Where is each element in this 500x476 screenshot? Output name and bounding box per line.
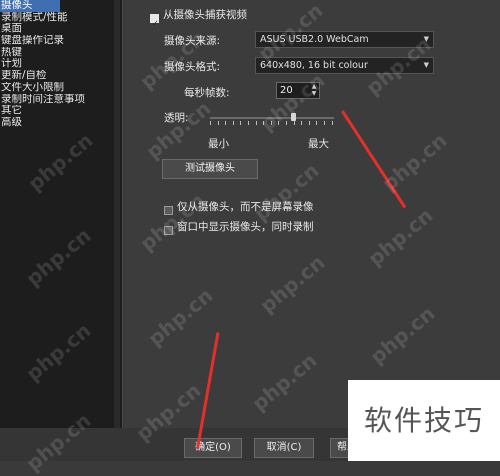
nav-list: 摄像头 录制模式/性能 桌面 键盘操作记录 热键 计划 更新/自检 文件大小限制 录制时间注意事… — [0, 0, 122, 129]
slider-tick — [240, 121, 242, 125]
chevron-down-icon: ▼ — [423, 61, 429, 69]
capture-checkbox-label: 从摄像头捕获视频 — [163, 9, 247, 21]
transparency-min: 最小 — [208, 138, 229, 150]
ok-button[interactable]: 确定(O) — [184, 438, 242, 458]
slider-tick — [331, 121, 333, 125]
sidebar-item[interactable]: 录制时间注意事项 — [0, 94, 122, 106]
capture-checkbox-row[interactable]: 从摄像头捕获视频 — [150, 8, 247, 27]
sidebar-item[interactable]: 其它 — [0, 105, 122, 117]
sidebar-scrollbar[interactable] — [114, 0, 120, 428]
slider-tick — [293, 121, 295, 125]
slider-tick — [210, 121, 211, 125]
sidebar-item[interactable]: 更新/自检 — [0, 70, 122, 82]
slider-tick — [217, 121, 219, 125]
cancel-button[interactable]: 取消(C) — [254, 438, 314, 458]
transparency-max: 最大 — [308, 138, 329, 150]
test-camera-button[interactable]: 测试摄像头 — [162, 159, 258, 179]
sidebar-item[interactable]: 键盘操作记录 — [0, 35, 122, 47]
sidebar-item[interactable]: 桌面 — [0, 23, 122, 35]
show-in-window-label: 窗口中显示摄像头，同时录制 — [177, 221, 314, 233]
sidebar-item[interactable]: 摄像头 — [0, 0, 60, 12]
slider-tick — [301, 121, 303, 125]
sidebar-item[interactable]: 文件大小限制 — [0, 82, 122, 94]
capture-checkbox[interactable] — [150, 14, 159, 23]
slider-tick — [225, 121, 227, 125]
slider-tick — [255, 121, 257, 125]
fps-label: 每秒帧数: — [184, 87, 230, 99]
slider-tick — [248, 121, 249, 125]
slider-tick — [324, 121, 325, 125]
site-badge: 软件技巧 — [348, 380, 500, 461]
slider-tick — [232, 121, 234, 125]
slider-tick — [316, 121, 318, 125]
sidebar-item[interactable]: 热键 — [0, 47, 122, 59]
sidebar-item[interactable]: 计划 — [0, 58, 122, 70]
slider-tick — [308, 121, 310, 125]
sidebar-item[interactable]: 高级 — [0, 117, 122, 129]
sidebar-item[interactable]: 录制模式/性能 — [0, 12, 122, 24]
